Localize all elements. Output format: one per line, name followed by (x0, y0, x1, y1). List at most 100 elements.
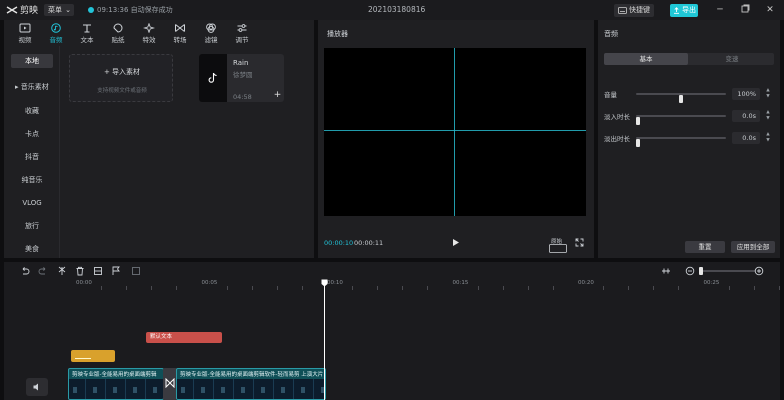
sidebar-item-vlog[interactable]: VLOG (11, 196, 53, 210)
fade-in-row: 淡入时长 0.0s ▲ ▼ (604, 110, 774, 125)
music-item[interactable]: Rain 徐梦圆 04:58 + (199, 54, 284, 102)
export-button[interactable]: 导出 (670, 4, 698, 17)
sidebar-item-local[interactable]: 本地 (11, 54, 53, 68)
fullscreen-icon[interactable] (575, 238, 584, 247)
sidebar-item-food[interactable]: 美食 (11, 242, 53, 256)
zoom-out-icon[interactable] (685, 266, 695, 276)
marker-flag-icon[interactable] (111, 266, 121, 276)
shortcut-button[interactable]: 快捷键 (614, 4, 654, 17)
ruler-label: 00:00 (76, 280, 92, 286)
main-track-audio-button[interactable] (26, 378, 48, 396)
tab-filter[interactable]: 滤镜 (196, 23, 226, 45)
video-clip-1[interactable]: 剪映专业版-全能易用的桌面端剪辑 (68, 368, 164, 400)
player-panel: 播放器 00:00:10 00:00:11 原始 (318, 20, 594, 258)
fade-out-row: 淡出时长 0.0s ▲ ▼ (604, 132, 774, 147)
maximize-button[interactable] (739, 4, 751, 16)
time-ruler[interactable]: 00:00 00:05 00:10 00:15 00:20 00:25 (68, 280, 780, 290)
transition-marker[interactable] (163, 368, 177, 400)
keyboard-icon (618, 7, 627, 14)
sidebar-item-music-library[interactable]: ▸ 音乐素材 (11, 80, 53, 94)
apply-all-button[interactable]: 应用到全部 (731, 241, 775, 253)
tab-sticker[interactable]: 贴纸 (103, 23, 133, 45)
add-music-button[interactable]: + (273, 91, 282, 100)
menu-dropdown[interactable]: 菜单 ⌄ (44, 4, 74, 16)
minimize-button[interactable]: ─ (714, 4, 726, 16)
music-thumbnail (199, 54, 227, 102)
aspect-ratio-button[interactable]: 原始 (549, 238, 567, 253)
zoom-slider[interactable] (699, 267, 755, 275)
fade-out-slider-handle[interactable] (636, 139, 640, 147)
crop-icon[interactable] (131, 266, 141, 276)
tab-text[interactable]: 文本 (72, 23, 102, 45)
volume-stepper[interactable]: ▲ ▼ (764, 88, 772, 100)
sidebar-item-douyin[interactable]: 抖音 (11, 150, 53, 164)
tab-transition[interactable]: 转场 (165, 23, 195, 45)
ruler-label: 00:20 (578, 280, 594, 286)
media-content: + 导入素材 支持视频文件或音频 Rain 徐梦圆 04:58 + (61, 46, 314, 258)
fade-out-value[interactable]: 0.0s (732, 132, 760, 144)
tab-basic[interactable]: 基本 (604, 53, 688, 65)
tab-filter-label: 滤镜 (204, 36, 218, 44)
fade-in-label: 淡入时长 (604, 113, 630, 121)
video-clip-2[interactable]: 剪映专业版-全能易用的桌面端剪辑软件-轻而易剪 上演大片 (176, 368, 326, 400)
tab-sticker-label: 贴纸 (111, 36, 125, 44)
save-status-icon (88, 7, 94, 13)
play-icon[interactable] (451, 238, 460, 247)
volume-slider-handle[interactable] (679, 95, 683, 103)
sidebar-item-favorites[interactable]: 收藏 (11, 104, 53, 118)
volume-value[interactable]: 100% (732, 88, 760, 100)
bowtie-transition-icon (165, 378, 175, 388)
delete-icon[interactable] (75, 266, 85, 276)
ratio-label: 原始 (551, 239, 563, 245)
zoom-slider-handle[interactable] (699, 267, 703, 275)
tab-video[interactable]: 视频 (10, 23, 40, 45)
menu-label: 菜单 (48, 6, 62, 14)
undo-icon[interactable] (20, 266, 30, 276)
fade-in-slider-handle[interactable] (636, 117, 640, 125)
fade-in-slider[interactable] (636, 115, 726, 125)
fade-out-slider[interactable] (636, 137, 726, 147)
timeline-panel: 00:00 00:05 00:10 00:15 00:20 00:25 默认文本 剪映专业… (4, 262, 780, 400)
app-name: 剪映 (20, 6, 39, 16)
redo-icon[interactable] (38, 266, 48, 276)
tab-speed[interactable]: 变速 (690, 53, 774, 65)
sidebar-item-beat[interactable]: 卡点 (11, 127, 53, 141)
tab-text-label: 文本 (80, 36, 94, 44)
timeline-toolbar (4, 262, 780, 280)
snap-icon[interactable] (661, 266, 671, 276)
import-label: + 导入素材 (103, 68, 141, 76)
fade-out-stepper[interactable]: ▲ ▼ (764, 132, 772, 144)
import-media-button[interactable]: + 导入素材 支持视频文件或音频 (69, 54, 173, 102)
sidebar-item-travel[interactable]: 旅行 (11, 219, 53, 233)
freeze-frame-icon[interactable] (93, 266, 103, 276)
volume-label: 音量 (604, 91, 617, 99)
music-title: Rain (233, 59, 249, 67)
preview-canvas[interactable] (324, 48, 586, 216)
vertical-guide (454, 48, 455, 216)
tab-video-label: 视频 (18, 36, 32, 44)
split-icon[interactable] (57, 266, 67, 276)
tracks-area: 默认文本 剪映专业版-全能易用的桌面端剪辑 剪映专业版-全能易用的桌面端剪辑软件… (4, 290, 780, 400)
fade-in-value[interactable]: 0.0s (732, 110, 760, 122)
tab-adjust[interactable]: 调节 (227, 23, 257, 45)
shortcut-label: 快捷键 (629, 6, 650, 14)
text-clip[interactable]: 默认文本 (146, 332, 222, 343)
playhead[interactable] (324, 280, 325, 400)
reset-button[interactable]: 重置 (685, 241, 725, 253)
tab-effects[interactable]: 特效 (134, 23, 164, 45)
text-icon (83, 24, 91, 33)
sticker-clip[interactable] (71, 350, 115, 362)
media-panel: 视频 音频 文本 贴纸 特效 转场 滤镜 调节 本地 ▸ 音乐素材 收藏 卡点 … (4, 20, 314, 258)
ruler-label: 00:05 (201, 280, 218, 286)
media-sidebar: 本地 ▸ 音乐素材 收藏 卡点 抖音 纯音乐 VLOG 旅行 美食 (4, 46, 60, 258)
zoom-in-icon[interactable] (754, 266, 764, 276)
playhead-handle[interactable] (321, 279, 328, 287)
fade-in-stepper[interactable]: ▲ ▼ (764, 110, 772, 122)
total-time: 00:00:11 (354, 239, 384, 247)
sidebar-item-pure-music[interactable]: 纯音乐 (11, 173, 53, 187)
music-duration: 04:58 (233, 93, 252, 101)
volume-slider[interactable] (636, 93, 726, 103)
close-button[interactable]: ✕ (764, 4, 776, 16)
adjust-sliders-icon (237, 24, 247, 32)
tab-audio[interactable]: 音频 (41, 23, 71, 45)
